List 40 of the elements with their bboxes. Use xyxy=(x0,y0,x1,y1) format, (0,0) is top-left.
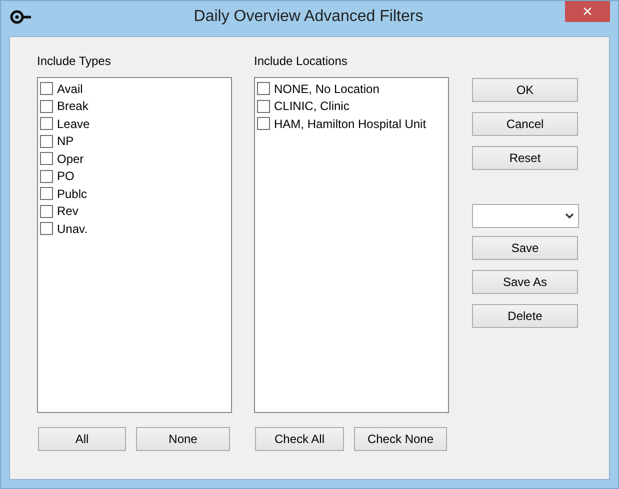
checkbox[interactable] xyxy=(40,117,53,130)
checkbox-label[interactable]: Leave xyxy=(57,116,90,131)
action-button[interactable]: OK xyxy=(472,78,578,102)
action-button[interactable]: Cancel xyxy=(472,112,578,136)
list-label: Include Locations xyxy=(254,54,348,69)
checkbox[interactable] xyxy=(40,170,53,183)
checkbox-label[interactable]: Rev xyxy=(57,204,78,218)
key-icon xyxy=(10,10,32,24)
checkbox[interactable] xyxy=(40,100,53,113)
checkbox[interactable] xyxy=(257,82,270,96)
checkbox[interactable] xyxy=(40,222,53,236)
checkbox-label[interactable]: NP xyxy=(57,134,74,148)
list-button[interactable]: None xyxy=(136,427,230,451)
chevron-down-icon xyxy=(565,213,574,219)
checkbox-label[interactable]: NONE, No Location xyxy=(274,82,380,96)
checkbox[interactable] xyxy=(40,187,53,200)
list-button[interactable]: Check None xyxy=(354,427,447,451)
action-button[interactable]: Reset xyxy=(472,146,578,170)
checkbox-label[interactable]: PO xyxy=(57,169,74,184)
window-title: Daily Overview Advanced Filters xyxy=(192,8,424,26)
checkbox-label[interactable]: CLINIC, Clinic xyxy=(274,99,350,114)
checkbox-label[interactable]: Unav. xyxy=(57,222,88,236)
checkbox-label[interactable]: Publc xyxy=(57,186,88,201)
checkbox[interactable] xyxy=(40,204,53,218)
list-label: Include Types xyxy=(37,54,112,69)
checkbox[interactable] xyxy=(40,134,53,148)
close-button[interactable]: ✕ xyxy=(564,1,610,22)
checkbox[interactable] xyxy=(257,100,270,113)
checkbox[interactable] xyxy=(257,117,270,130)
list-button[interactable]: All xyxy=(38,427,126,451)
action-button[interactable]: Save As xyxy=(472,270,578,294)
checkbox[interactable] xyxy=(40,152,53,166)
action-button[interactable]: Delete xyxy=(472,304,578,328)
list-button[interactable]: Check All xyxy=(255,427,344,451)
action-button[interactable]: Save xyxy=(472,236,578,260)
checkbox-label[interactable]: HAM, Hamilton Hospital Unit xyxy=(274,116,426,131)
checkbox-label[interactable]: Break xyxy=(57,99,88,114)
checkbox[interactable] xyxy=(40,82,53,96)
checkbox-label[interactable]: Oper xyxy=(57,152,84,166)
checkbox-label[interactable]: Avail xyxy=(57,82,83,96)
